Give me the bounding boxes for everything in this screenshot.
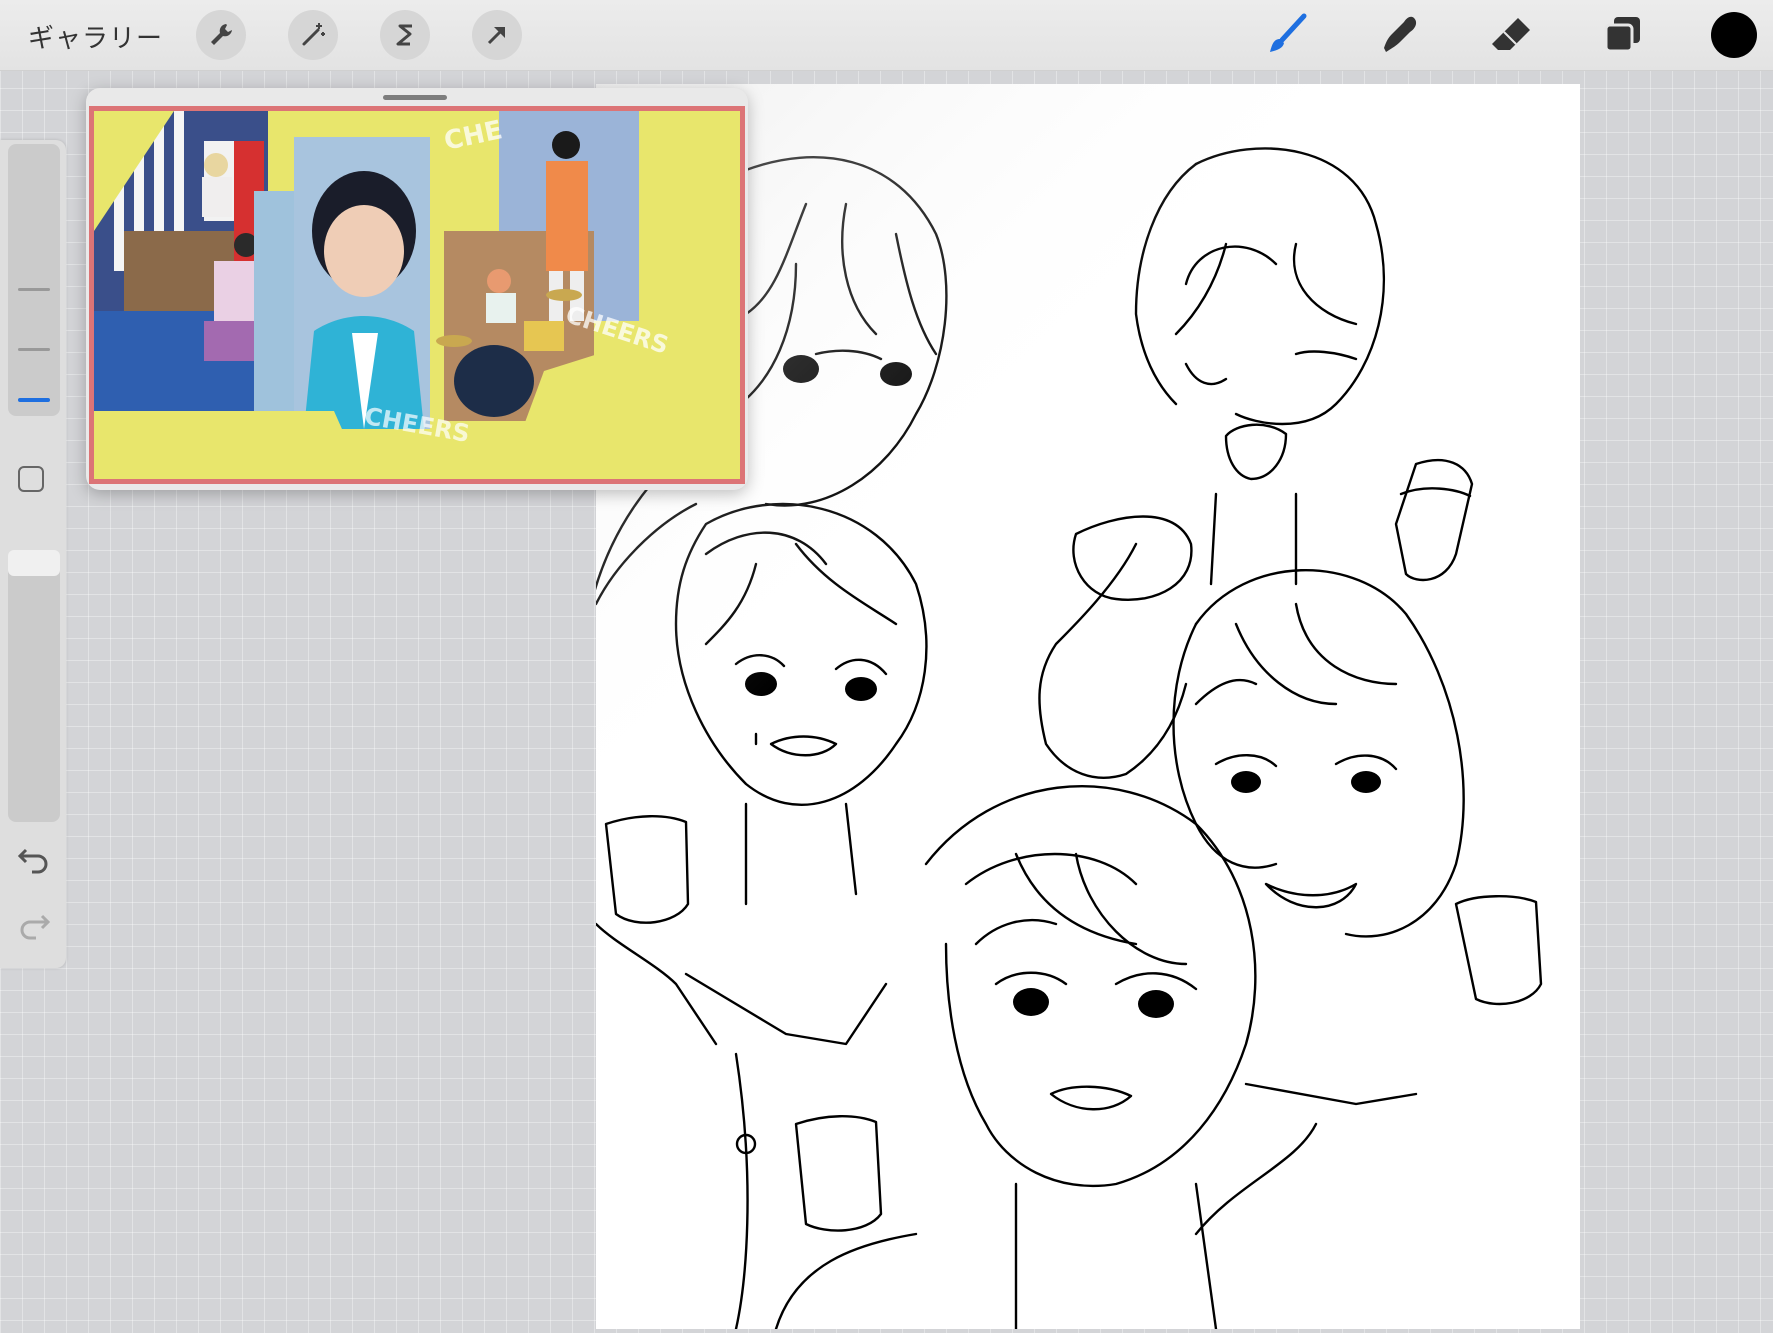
gallery-button[interactable]: ギャラリー (28, 18, 163, 55)
redo-icon[interactable] (14, 904, 54, 944)
modify-square-button[interactable] (18, 466, 44, 492)
size-tick (18, 288, 50, 291)
undo-icon[interactable] (14, 838, 54, 878)
color-picker-swatch[interactable] (1711, 12, 1757, 58)
eraser-icon[interactable] (1484, 8, 1538, 62)
reference-frame: CHE CHEERS CHEERS (89, 106, 745, 484)
smudge-icon[interactable] (1372, 8, 1426, 62)
size-slider-thumb[interactable] (18, 398, 50, 402)
brush-icon[interactable] (1260, 8, 1314, 62)
selection-s-icon[interactable] (380, 10, 430, 60)
brush-size-slider[interactable] (8, 144, 60, 416)
actions-wrench-icon[interactable] (196, 10, 246, 60)
top-toolbar: ギャラリー (0, 0, 1773, 71)
transform-arrow-icon[interactable] (472, 10, 522, 60)
reference-grabber-handle[interactable] (383, 95, 447, 100)
opacity-slider[interactable] (8, 550, 60, 822)
layers-icon[interactable] (1596, 8, 1650, 62)
left-sidebar (0, 140, 66, 968)
adjustments-magic-wand-icon[interactable] (288, 10, 338, 60)
reference-window[interactable]: CHE CHEERS CHEERS (86, 88, 748, 490)
reference-image: CHE CHEERS CHEERS (94, 111, 740, 479)
opacity-slider-thumb[interactable] (8, 550, 60, 576)
size-tick (18, 348, 50, 351)
